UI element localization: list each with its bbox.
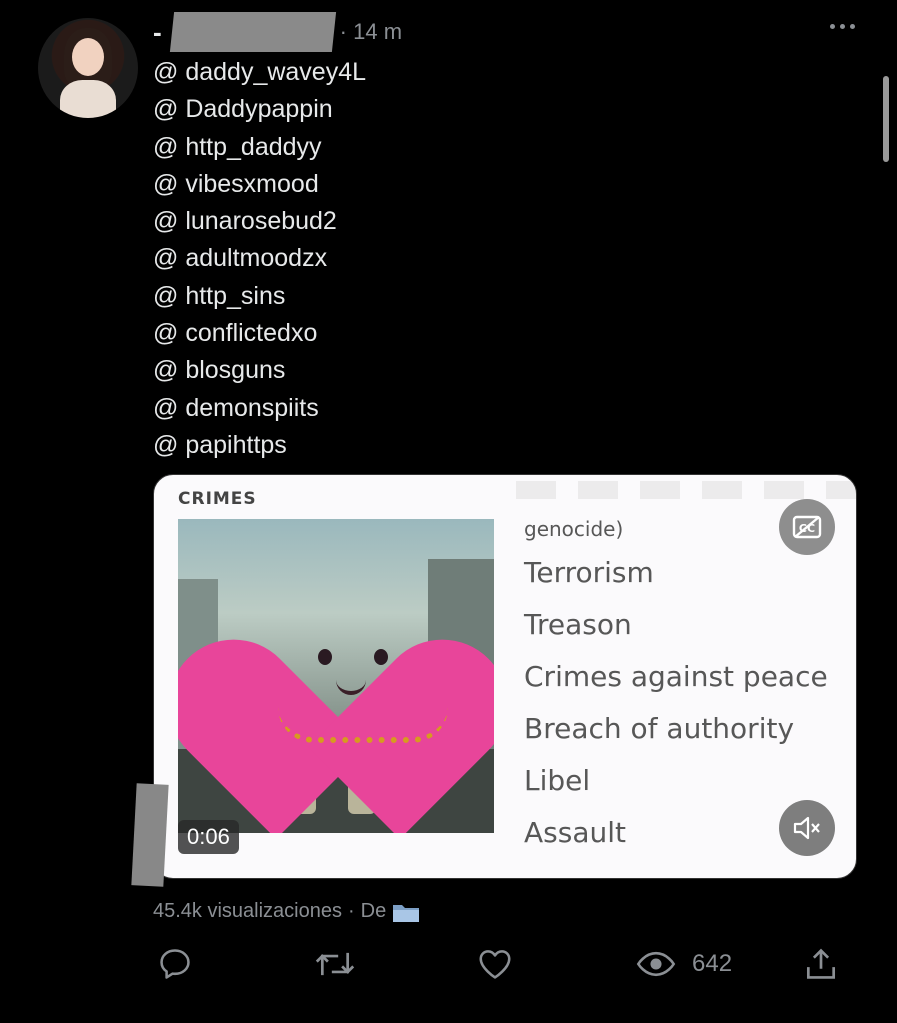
avatar-face [72, 38, 104, 76]
mention-link[interactable]: @ http_daddyy [153, 129, 366, 166]
retweet-button[interactable] [314, 940, 356, 988]
tweet-text: @ daddy_wavey4L @ Daddypappin @ http_dad… [153, 54, 366, 464]
reply-button[interactable] [156, 940, 194, 988]
mention-link[interactable]: @ http_sins [153, 278, 366, 315]
list-item: Breach of authority [524, 712, 795, 745]
eye-icon [636, 951, 676, 977]
reply-icon [160, 949, 190, 979]
mention-link[interactable]: @ daddy_wavey4L [153, 54, 366, 91]
folder-icon [393, 904, 420, 922]
mention-link[interactable]: @ adultmoodzx [153, 240, 366, 277]
redacted-username [169, 12, 336, 52]
muted-speaker-icon [793, 816, 820, 840]
views-button[interactable]: 642 [636, 940, 732, 988]
captions-icon: CC [792, 515, 822, 539]
list-item: Crimes against peace [524, 660, 828, 693]
toy-eye [318, 649, 332, 665]
separator: · [348, 900, 355, 922]
retweet-icon [315, 952, 355, 976]
tweet-screen: - · 14 m @ daddy_wavey4L @ Daddypappin @… [0, 0, 897, 1023]
avatar-body [60, 80, 116, 118]
heart-plush [178, 557, 494, 833]
tweet-actions: 642 [0, 940, 897, 990]
crimes-list: genocide) Terrorism Treason Crimes again… [524, 511, 828, 859]
mention-link[interactable]: @ demonspiits [153, 390, 366, 427]
video-top-strip [516, 481, 856, 499]
list-item: Terrorism [524, 556, 654, 589]
like-button[interactable] [476, 940, 514, 988]
share-icon [806, 948, 836, 979]
mention-link[interactable]: @ blosguns [153, 352, 366, 389]
view-count: 642 [692, 950, 733, 977]
video-duration: 0:06 [178, 820, 239, 854]
gold-chain [278, 707, 448, 743]
avatar[interactable] [38, 18, 138, 118]
mute-button[interactable] [779, 800, 835, 856]
share-button[interactable] [802, 940, 840, 988]
display-name[interactable]: - [153, 17, 162, 48]
video-player[interactable]: CRIMES genocide) Terrorism Treason Crime… [153, 474, 857, 879]
tweet-header: - · 14 m [153, 12, 402, 52]
mention-link[interactable]: @ Daddypappin [153, 91, 366, 128]
mention-link[interactable]: @ papihttps [153, 427, 366, 464]
list-item: Libel [524, 764, 591, 797]
more-options-icon[interactable] [830, 24, 855, 29]
views-line: 45.4k visualizaciones · De [153, 900, 420, 923]
views-count[interactable]: 45.4k visualizaciones [153, 900, 342, 923]
captions-button[interactable]: CC [779, 499, 835, 555]
mention-link[interactable]: @ lunarosebud2 [153, 203, 366, 240]
toy-eye [374, 649, 388, 665]
heart-icon [479, 950, 511, 979]
from-label: De [360, 900, 387, 922]
mention-link[interactable]: @ conflictedxo [153, 315, 366, 352]
video-heading: CRIMES [178, 489, 257, 509]
video-photo [178, 519, 494, 833]
timestamp[interactable]: · 14 m [340, 19, 402, 45]
scrollbar[interactable] [883, 76, 889, 162]
list-item: Treason [524, 608, 632, 641]
redaction-mark [131, 783, 169, 887]
mention-link[interactable]: @ vibesxmood [153, 166, 366, 203]
